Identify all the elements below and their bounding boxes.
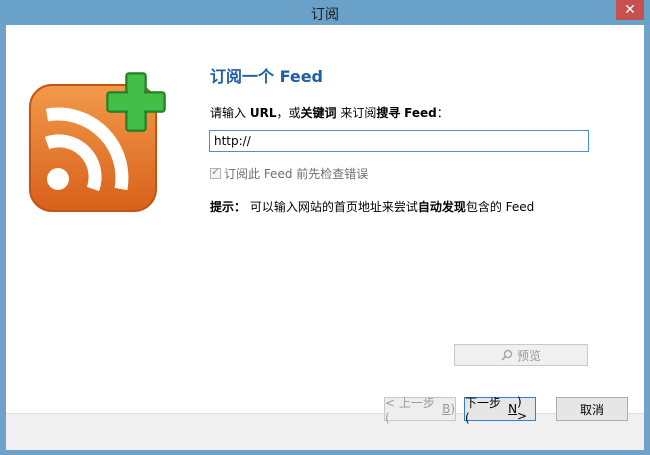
magnifier-icon [501,349,513,361]
check-errors-option[interactable]: 订阅此 Feed 前先检查错误 [210,165,368,182]
next-button[interactable]: 下一步 (N) > [464,395,536,425]
url-input[interactable] [209,130,589,152]
window-title: 订阅 [311,7,339,23]
button-bar [6,413,644,450]
close-button[interactable]: ✕ [616,0,644,20]
title-bar: 订阅 ✕ [0,0,650,24]
cancel-button[interactable]: 取消 [556,397,628,421]
preview-label: 预览 [516,348,541,363]
back-button[interactable]: < 上一步 (B) [384,396,456,425]
url-prompt: 请输入 URL，或关键词 来订阅搜寻 Feed： [210,106,449,120]
preview-button[interactable]: 预览 [454,344,588,366]
tip-text: 提示： 可以输入网站的首页地址来尝试自动发现包含的 Feed [210,200,535,214]
subscribe-dialog: 订阅 ✕ 订阅一个 Feed 请输入 URL，或关键词 来订阅搜寻 Feed： … [0,0,650,455]
check-errors-label: 订阅此 Feed 前先检查错误 [224,167,369,181]
page-heading: 订阅一个 Feed [210,67,324,86]
rss-add-icon [29,72,166,212]
check-errors-checkbox[interactable] [210,165,221,179]
